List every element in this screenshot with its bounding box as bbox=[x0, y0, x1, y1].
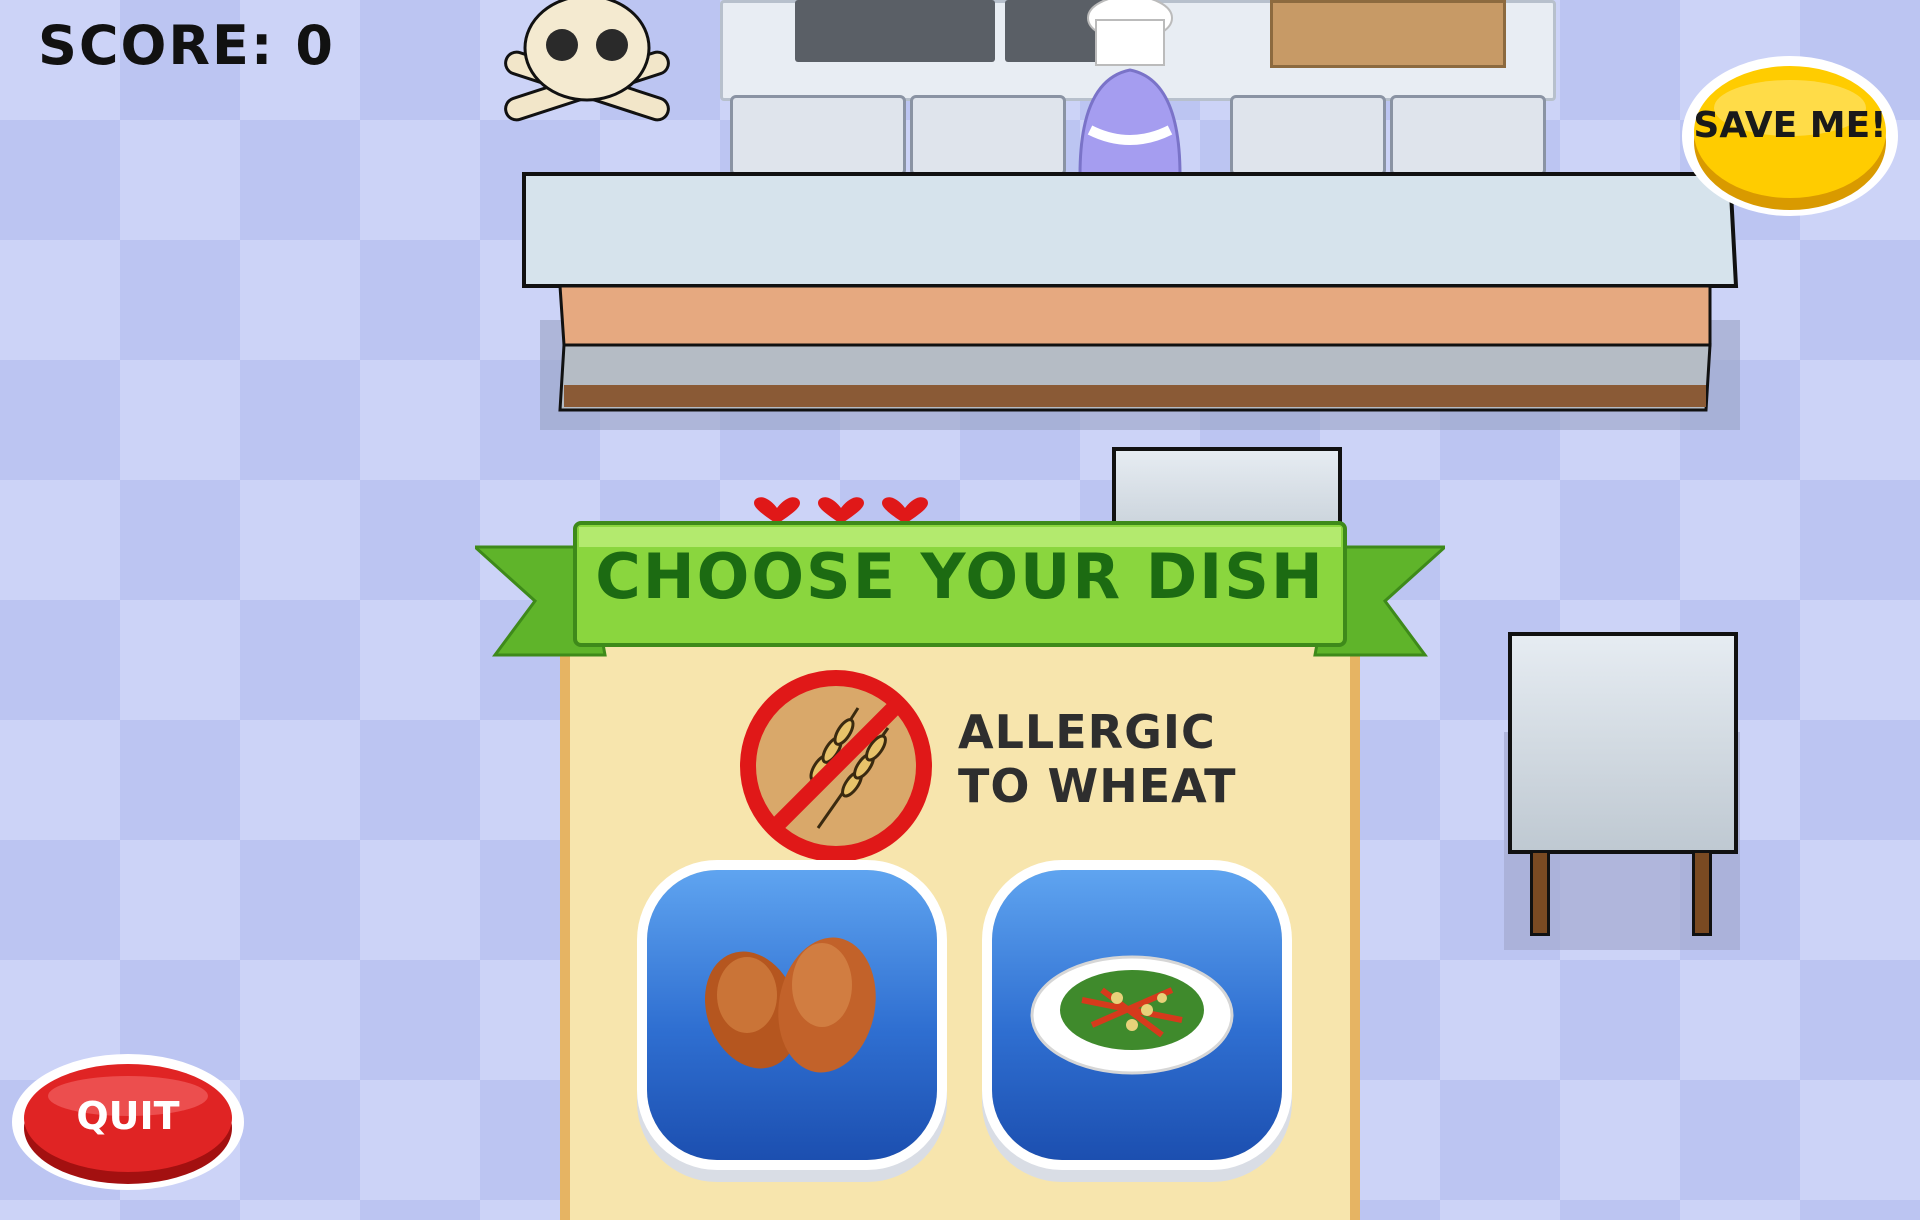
dining-table-right bbox=[1504, 632, 1742, 952]
score-label: SCORE: bbox=[38, 14, 275, 77]
allergy-line-1: ALLERGIC bbox=[958, 705, 1216, 759]
quit-label: QUIT bbox=[76, 1094, 180, 1138]
save-me-label: SAVE ME! bbox=[1693, 105, 1887, 146]
allergy-line-2: TO WHEAT bbox=[958, 759, 1237, 813]
no-wheat-icon bbox=[740, 670, 932, 862]
dish-option-salad[interactable] bbox=[992, 870, 1282, 1160]
allergy-notice: ALLERGIC TO WHEAT bbox=[958, 705, 1237, 813]
chicken-wings-icon bbox=[704, 937, 876, 1073]
score-display: SCORE: 0 bbox=[38, 14, 335, 77]
front-counter bbox=[522, 172, 1740, 430]
chef-character bbox=[1078, 0, 1182, 175]
dish-option-chicken-wings[interactable] bbox=[647, 870, 937, 1160]
salad-plate-icon bbox=[1030, 955, 1234, 1075]
dish-panel-title: CHOOSE YOUR DISH bbox=[595, 540, 1325, 613]
skull-crossbones-icon bbox=[504, 0, 670, 122]
score-value: 0 bbox=[295, 14, 335, 77]
